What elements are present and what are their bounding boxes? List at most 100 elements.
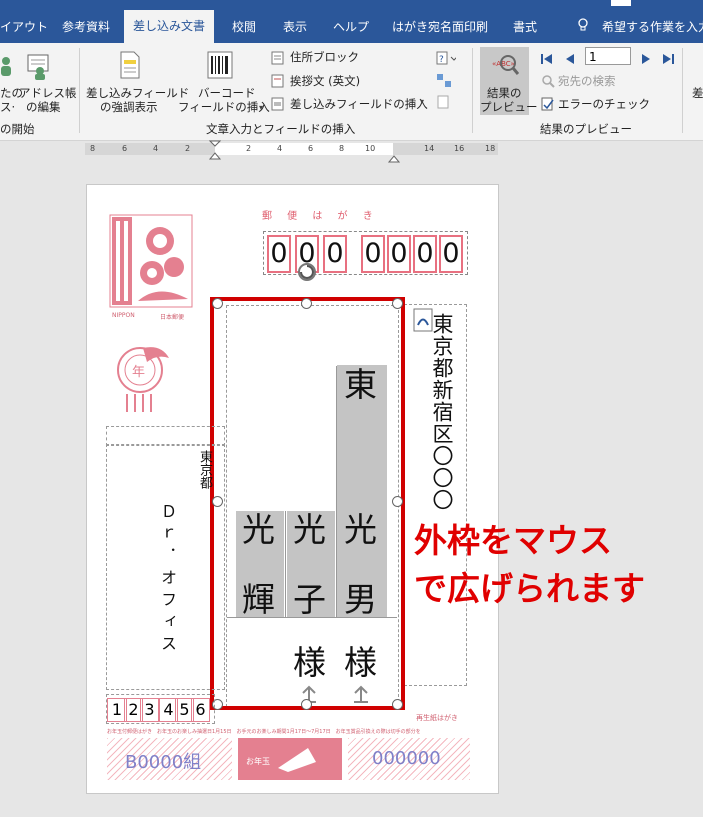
barcode-field-line2: フィールドの挿入: [178, 100, 270, 114]
zip-digit: 0: [439, 235, 463, 273]
barcode-dropdown-icon[interactable]: ▾: [259, 103, 263, 112]
sender-zip-digit: 3: [140, 698, 159, 722]
finish-merge-partial[interactable]: 差: [692, 86, 703, 100]
ruler-tick: 18: [485, 144, 496, 153]
highlight-fields-line2: の強調表示: [100, 100, 158, 114]
resize-handle[interactable]: [301, 298, 312, 309]
recipient-address: 東京都新宿区〇〇〇: [430, 313, 454, 511]
lightbulb-icon: [578, 17, 588, 31]
ruler-tick: 6: [122, 144, 128, 153]
tab-layout[interactable]: イアウト: [0, 11, 48, 43]
address-block-icon: [271, 50, 284, 65]
tab-format[interactable]: 書式: [513, 11, 537, 43]
address-block-button[interactable]: 住所ブロック: [290, 50, 359, 64]
tab-review[interactable]: 校閲: [232, 11, 256, 43]
svg-text:«ABC»: «ABC»: [492, 60, 515, 68]
select-recipients-label2: ス·: [0, 100, 16, 114]
next-record-icon[interactable]: [640, 50, 652, 64]
insert-field-dropdown-icon[interactable]: ▾: [420, 97, 424, 106]
recycle-label: 再生紙はがき: [416, 714, 458, 722]
ruler-tick: 6: [308, 144, 314, 153]
ribbon-separator: [682, 48, 683, 133]
edit-address-book-button[interactable]: アドレス帳: [19, 86, 77, 100]
ruler-tick: 14: [424, 144, 435, 153]
right-indent-marker-icon[interactable]: [387, 148, 401, 163]
resize-handle[interactable]: [392, 699, 403, 710]
highlight-fields-icon: [119, 51, 141, 79]
tab-help[interactable]: ヘルプ: [333, 11, 369, 43]
sender-name: Ｄｒ．オフィス: [158, 503, 177, 657]
group-preview-label: 結果のプレビュー: [540, 122, 632, 136]
ribbon-separator: [472, 48, 473, 133]
tab-mailings[interactable]: 差し込み文書: [124, 10, 214, 43]
sender-zip-digit: 6: [191, 698, 210, 722]
postcard-header: 郵 便 は が き: [262, 211, 379, 222]
stamp-brand-label: NIPPON: [112, 312, 135, 319]
record-number-input[interactable]: 1: [585, 47, 631, 65]
ruler-tick: 4: [153, 144, 159, 153]
greeting-line-button[interactable]: 挨拶文 (英文): [290, 74, 360, 88]
svg-text:お年玉: お年玉: [246, 756, 270, 766]
insert-merge-field-button[interactable]: 差し込みフィールドの挿入: [290, 97, 428, 111]
address-book-icon: [26, 53, 52, 81]
horizontal-ruler[interactable]: 8 6 4 2 2 4 6 8 10 14 16 18: [85, 143, 498, 155]
recipients-icon: [0, 55, 14, 79]
tab-postcard-print[interactable]: はがき宛名面印刷: [392, 11, 488, 43]
stamp-image: [108, 213, 194, 323]
greeting-icon: [271, 73, 284, 88]
ruler-tick: 4: [277, 144, 283, 153]
annotation-text-line1: 外枠をマウス: [414, 521, 612, 560]
sender-address: 東京都: [197, 450, 212, 489]
ruler-tick: 8: [90, 144, 96, 153]
edit-address-book-line2: の編集: [26, 100, 61, 114]
ruler-tick: 8: [339, 144, 345, 153]
ribbon-tab-bar: イアウト 参考資料 差し込み文書 校閲 表示 ヘルプ はがき宛名面印刷 書式 希…: [0, 0, 703, 43]
stamp-brand-label2: 日本郵便: [160, 314, 185, 321]
tell-me-search[interactable]: 希望する作業を入力: [602, 11, 703, 43]
insert-merge-field-icon: [271, 96, 284, 111]
ruler-tick: 16: [454, 144, 465, 153]
rotate-handle-icon[interactable]: [296, 261, 318, 283]
resize-handle[interactable]: [392, 298, 403, 309]
zip-digit: 0: [387, 235, 411, 273]
zip-digit: 0: [267, 235, 291, 273]
barcode-field-button[interactable]: バーコード: [198, 86, 256, 100]
resize-handle[interactable]: [212, 298, 223, 309]
zip-digit: 0: [361, 235, 385, 273]
lottery-note: お年玉付郵便はがき お年玉のお楽しみ抽選日1月15日 お手元のお楽しみ期間1月1…: [107, 729, 421, 735]
zip-digit: 0: [323, 235, 347, 273]
tab-references[interactable]: 参考資料: [62, 11, 110, 43]
check-errors-icon: [541, 96, 555, 111]
preview-results-icon: «ABC»: [491, 51, 520, 79]
check-errors-button[interactable]: エラーのチェック: [558, 97, 650, 111]
ruler-tick: 2: [246, 144, 252, 153]
window-control: [611, 0, 631, 6]
rules-icons[interactable]: ?: [436, 50, 458, 112]
find-recipient-button[interactable]: 宛先の検索: [558, 74, 616, 88]
group-start-label: の開始: [0, 122, 35, 136]
group-number-label: B0000組: [125, 752, 202, 773]
lottery-logo-image: お年玉: [238, 738, 342, 780]
first-record-icon[interactable]: [541, 50, 553, 64]
preview-results-button[interactable]: 結果の: [487, 86, 522, 100]
sender-address-frame-top: [106, 426, 225, 446]
previous-record-icon[interactable]: [564, 50, 576, 64]
zip-digit: 0: [413, 235, 437, 273]
group-fields-label: 文章入力とフィールドの挿入: [206, 122, 356, 136]
svg-text:年: 年: [132, 365, 145, 380]
lottery-number-label: 000000: [372, 748, 441, 769]
resize-handle[interactable]: [301, 699, 312, 710]
ruler-tick: 2: [185, 144, 191, 153]
ruler-tick: 10: [365, 144, 376, 153]
indent-marker-icon[interactable]: [208, 140, 222, 160]
postmark-image: 年: [113, 340, 171, 412]
tab-view[interactable]: 表示: [283, 11, 307, 43]
barcode-icon: [207, 51, 233, 79]
highlight-fields-button[interactable]: 差し込みフィールド: [86, 86, 189, 100]
preview-results-line2: プレビュー: [480, 100, 538, 114]
resize-handle[interactable]: [392, 496, 403, 507]
last-record-icon[interactable]: [662, 50, 674, 64]
annotation-text-line2: で広げられます: [414, 569, 645, 608]
find-recipient-icon: [541, 73, 555, 88]
svg-text:?: ?: [439, 55, 444, 65]
